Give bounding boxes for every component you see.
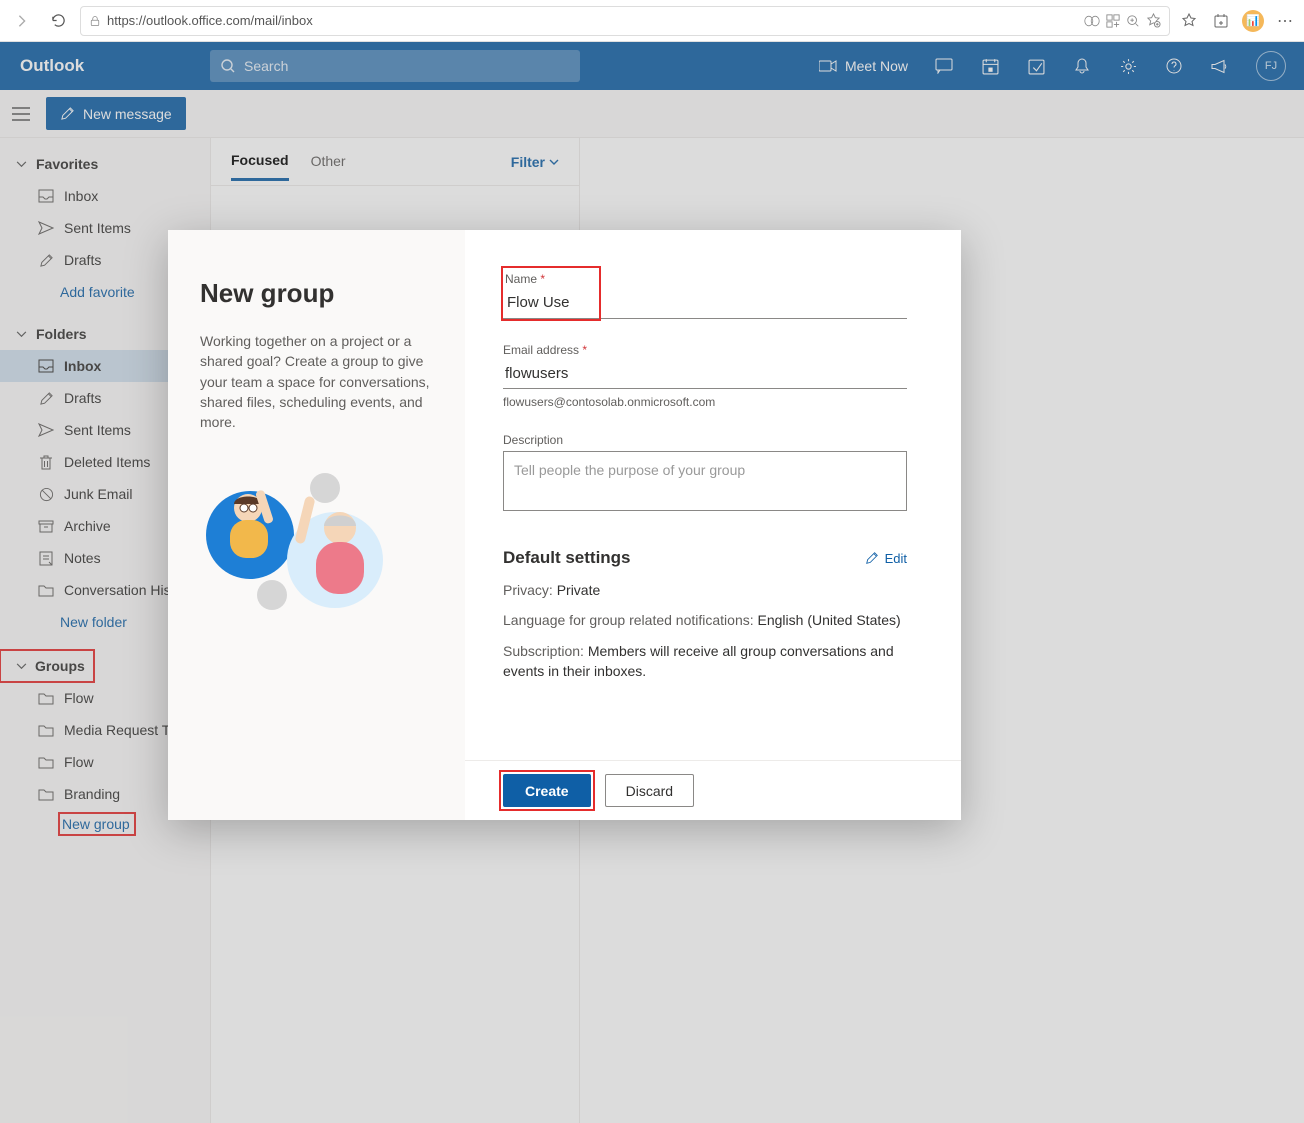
privacy-setting: Privacy: Private: [503, 580, 907, 600]
group-name-field[interactable]: [505, 290, 571, 317]
new-group-dialog: New group Working together on a project …: [168, 230, 961, 820]
edit-settings-link[interactable]: Edit: [865, 551, 907, 566]
dialog-sidebar: New group Working together on a project …: [168, 230, 465, 820]
browser-toolbar: https://outlook.office.com/mail/inbox 📊 …: [0, 0, 1304, 42]
add-favorite-icon[interactable]: [1146, 13, 1161, 28]
menu-icon[interactable]: ⋯: [1274, 10, 1296, 32]
language-setting: Language for group related notifications…: [503, 610, 907, 630]
pencil-icon: [865, 551, 879, 565]
default-settings-heading: Default settings: [503, 548, 865, 568]
create-button[interactable]: Create: [503, 774, 591, 807]
url-text: https://outlook.office.com/mail/inbox: [107, 13, 313, 28]
email-hint: flowusers@contosolab.onmicrosoft.com: [503, 395, 907, 409]
discard-button[interactable]: Discard: [605, 774, 694, 807]
forward-button[interactable]: [8, 7, 36, 35]
dialog-footer: Create Discard: [465, 760, 961, 820]
extension-icon[interactable]: [1106, 14, 1120, 28]
dialog-title: New group: [200, 278, 431, 309]
description-label: Description: [503, 433, 907, 447]
collections-icon[interactable]: [1210, 10, 1232, 32]
favorites-icon[interactable]: [1178, 10, 1200, 32]
refresh-button[interactable]: [44, 7, 72, 35]
subscription-setting: Subscription: Members will receive all g…: [503, 641, 907, 682]
zoom-icon[interactable]: [1126, 14, 1140, 28]
group-email-field[interactable]: [503, 361, 907, 389]
address-bar[interactable]: https://outlook.office.com/mail/inbox: [80, 6, 1170, 36]
dialog-intro: Working together on a project or a share…: [200, 331, 431, 432]
lock-icon: [89, 15, 101, 27]
group-description-field[interactable]: [503, 451, 907, 511]
browser-right-controls: 📊 ⋯: [1178, 10, 1296, 32]
dialog-form: Name * Email address * flowusers@contoso…: [465, 230, 961, 820]
illustration: [200, 460, 390, 620]
email-label: Email address *: [503, 343, 907, 357]
name-label: Name *: [505, 272, 571, 286]
calc-extension-icon[interactable]: 📊: [1242, 10, 1264, 32]
reader-mode-icon[interactable]: [1084, 14, 1100, 28]
